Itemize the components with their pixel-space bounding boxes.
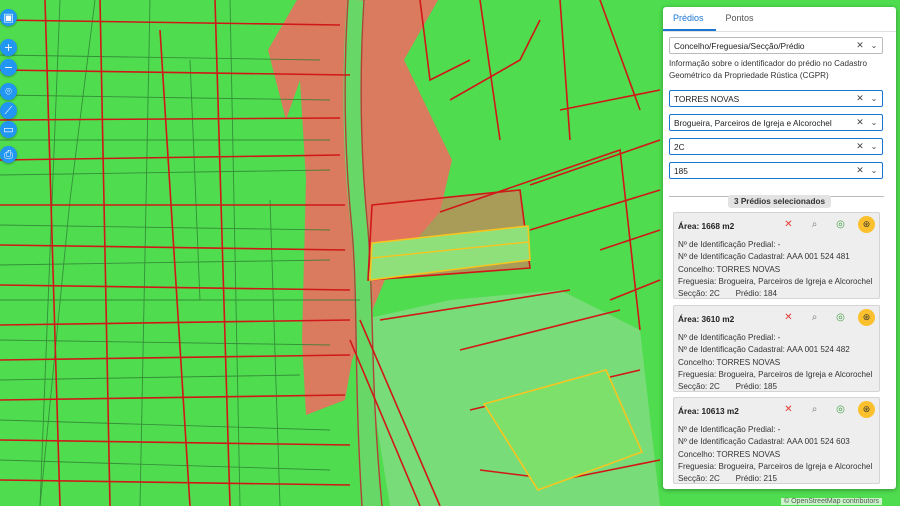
measure-icon[interactable]: ⟋	[0, 102, 17, 119]
selection-count: 3 Prédios selecionados	[663, 191, 896, 209]
remove-icon[interactable]: ✕	[780, 401, 797, 418]
tab-pontos[interactable]: Pontos	[716, 7, 766, 31]
search-type-select[interactable]: Concelho/Freguesia/Secção/Prédio ✕ ⌄	[669, 37, 883, 54]
map-attribution[interactable]: © OpenStreetMap contributors	[781, 498, 883, 505]
clear-icon[interactable]: ✕	[854, 40, 866, 51]
navigate-icon[interactable]: ◎	[832, 309, 849, 326]
selection-count-label: 3 Prédios selecionados	[727, 195, 831, 208]
predio-select[interactable]: 185 ✕ ⌄	[669, 162, 883, 179]
freguesia: Freguesia: Brogueira, Parceiros de Igrej…	[678, 276, 873, 286]
remove-icon[interactable]: ✕	[780, 216, 797, 233]
freguesia: Freguesia: Brogueira, Parceiros de Igrej…	[678, 461, 873, 471]
card-actions: ✕ ⌕ ◎ ⊛	[780, 309, 875, 326]
predio: Prédio: 185	[735, 382, 777, 392]
ident-cadastral: Nº de Identificação Cadastral: AAA 001 5…	[678, 252, 850, 262]
predio: Prédio: 215	[735, 474, 777, 484]
concelho: Concelho: TORRES NOVAS	[678, 449, 781, 459]
seccao: Secção: 2C	[678, 382, 720, 392]
panel-tabs: Prédios Pontos	[663, 7, 896, 32]
freguesia: Freguesia: Brogueira, Parceiros de Igrej…	[678, 369, 873, 379]
remove-icon[interactable]: ✕	[780, 309, 797, 326]
search-icon[interactable]: ⌕	[806, 216, 823, 233]
seccao-predio: Secção: 2C Prédio: 185	[678, 381, 872, 393]
seccao-predio: Secção: 2C Prédio: 184	[678, 288, 872, 300]
search-icon[interactable]: ⌕	[806, 309, 823, 326]
search-panel: Prédios Pontos Concelho/Freguesia/Secção…	[663, 7, 896, 489]
seccao: Secção: 2C	[678, 289, 720, 299]
ident-cadastral: Nº de Identificação Cadastral: AAA 001 5…	[678, 345, 850, 355]
layers-icon[interactable]: ▣	[0, 9, 17, 26]
navigate-icon[interactable]: ◎	[832, 401, 849, 418]
fingerprint-icon[interactable]: ⊛	[858, 216, 875, 233]
property-area: Área: 10613 m2	[678, 406, 739, 416]
seccao-predio: Secção: 2C Prédio: 215	[678, 473, 872, 485]
concelho: Concelho: TORRES NOVAS	[678, 264, 781, 274]
info-text: Informação sobre o identificador do préd…	[669, 59, 867, 80]
chevron-down-icon[interactable]: ⌄	[866, 118, 882, 127]
chevron-down-icon[interactable]: ⌄	[866, 41, 882, 50]
chevron-down-icon[interactable]: ⌄	[866, 94, 882, 103]
image-icon[interactable]: ▭	[0, 121, 17, 138]
search-icon[interactable]: ⌕	[806, 401, 823, 418]
predio-value: 185	[674, 165, 688, 176]
print-icon[interactable]: ⎙	[0, 146, 17, 163]
zoom-out-icon[interactable]: −	[0, 59, 17, 76]
seccao-value: 2C	[674, 141, 685, 152]
property-card: Área: 1668 m2 ✕ ⌕ ◎ ⊛ Nº de Identificaçã…	[673, 212, 880, 299]
property-details: Nº de Identificação Predial: - Nº de Ide…	[678, 424, 872, 485]
concelho-value: TORRES NOVAS	[674, 93, 740, 104]
property-details: Nº de Identificação Predial: - Nº de Ide…	[678, 332, 872, 393]
clear-icon[interactable]: ✕	[854, 117, 866, 128]
clear-icon[interactable]: ✕	[854, 165, 866, 176]
zoom-in-icon[interactable]: +	[0, 39, 17, 56]
ident-predial: Nº de Identificação Predial: -	[678, 333, 781, 342]
card-actions: ✕ ⌕ ◎ ⊛	[780, 401, 875, 418]
predio: Prédio: 184	[735, 289, 777, 299]
property-card: Área: 10613 m2 ✕ ⌕ ◎ ⊛ Nº de Identificaç…	[673, 397, 880, 484]
freguesia-select[interactable]: Brogueira, Parceiros de Igreja e Alcoroc…	[669, 114, 883, 131]
ident-predial: Nº de Identificação Predial: -	[678, 425, 781, 434]
property-details: Nº de Identificação Predial: - Nº de Ide…	[678, 239, 872, 300]
ident-cadastral: Nº de Identificação Cadastral: AAA 001 5…	[678, 437, 850, 447]
property-area: Área: 3610 m2	[678, 314, 735, 324]
ident-predial: Nº de Identificação Predial: -	[678, 240, 781, 249]
seccao-select[interactable]: 2C ✕ ⌄	[669, 138, 883, 155]
card-actions: ✕ ⌕ ◎ ⊛	[780, 216, 875, 233]
clear-icon[interactable]: ✕	[854, 93, 866, 104]
chevron-down-icon[interactable]: ⌄	[866, 166, 882, 175]
clear-icon[interactable]: ✕	[854, 141, 866, 152]
property-card: Área: 3610 m2 ✕ ⌕ ◎ ⊛ Nº de Identificaçã…	[673, 305, 880, 392]
fingerprint-icon[interactable]: ⊛	[858, 401, 875, 418]
concelho: Concelho: TORRES NOVAS	[678, 357, 781, 367]
pin-icon[interactable]: ⌾	[0, 83, 17, 100]
concelho-select[interactable]: TORRES NOVAS ✕ ⌄	[669, 90, 883, 107]
chevron-down-icon[interactable]: ⌄	[866, 142, 882, 151]
tab-predios[interactable]: Prédios	[663, 7, 716, 31]
freguesia-value: Brogueira, Parceiros de Igreja e Alcoroc…	[674, 117, 832, 128]
search-type-value: Concelho/Freguesia/Secção/Prédio	[674, 40, 805, 51]
fingerprint-icon[interactable]: ⊛	[858, 309, 875, 326]
property-area: Área: 1668 m2	[678, 221, 735, 231]
seccao: Secção: 2C	[678, 474, 720, 484]
navigate-icon[interactable]: ◎	[832, 216, 849, 233]
